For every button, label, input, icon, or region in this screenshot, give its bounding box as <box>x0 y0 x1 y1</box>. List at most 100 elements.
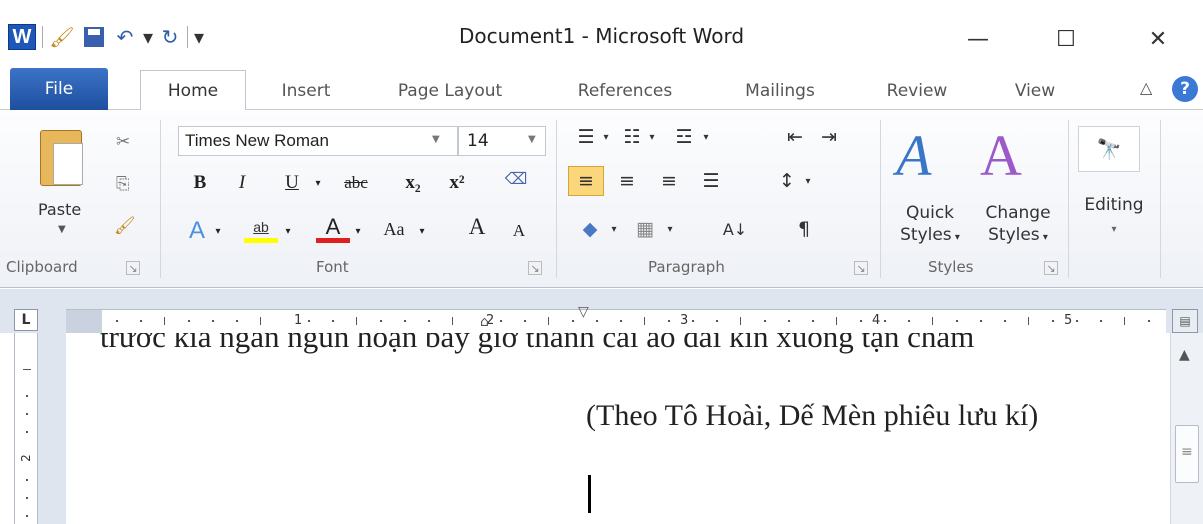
align-left-button[interactable]: ≡ <box>568 166 604 196</box>
document-citation: (Theo Tô Hoài, Dế Mèn phiêu lưu kí) <box>586 399 1039 432</box>
font-size-dropdown-icon[interactable]: ▼ <box>528 134 536 145</box>
change-case-button[interactable]: Aa <box>374 214 414 244</box>
grow-font-button[interactable]: A <box>462 212 492 242</box>
tab-references[interactable]: References <box>560 72 690 110</box>
change-styles-label-1: Change <box>985 203 1051 223</box>
vertical-ruler[interactable]: 2 <box>14 333 38 524</box>
tab-selector-button[interactable]: L <box>14 309 38 331</box>
paste-button-label[interactable]: Paste <box>38 200 81 219</box>
tab-view[interactable]: View <box>1000 72 1070 110</box>
copy-icon[interactable]: ⎘ <box>116 174 130 194</box>
tab-insert[interactable]: Insert <box>266 72 346 110</box>
superscript-button[interactable]: x² <box>440 168 474 198</box>
styles-launcher-icon[interactable]: ↘ <box>1044 261 1058 275</box>
ruler-dot <box>764 320 766 322</box>
change-styles-button[interactable]: Change Styles ▾ <box>974 202 1062 249</box>
ribbon: Paste ▼ ✂ ⎘ 🖌 Clipboard ↘ Times New Roma… <box>0 110 1203 288</box>
ruler-dot <box>1100 320 1102 322</box>
borders-icon[interactable]: ▦ <box>630 214 660 244</box>
line-spacing-icon[interactable]: ↕ <box>772 166 802 196</box>
undo-icon[interactable]: ↶ <box>113 24 137 50</box>
decrease-indent-icon[interactable]: ⇤ <box>780 122 810 152</box>
view-ruler-icon[interactable]: ▤ <box>1172 309 1198 333</box>
maximize-button[interactable]: ☐ <box>1046 22 1086 56</box>
document-page[interactable]: trước kia ngắn ngủn hoạn bay giờ thanh c… <box>66 333 1170 524</box>
tab-file[interactable]: File <box>10 68 108 110</box>
multilevel-dropdown-icon[interactable]: ▾ <box>700 122 712 152</box>
paste-dropdown-icon[interactable]: ▼ <box>58 224 66 235</box>
tab-mailings[interactable]: Mailings <box>726 72 834 110</box>
font-name-dropdown-icon[interactable]: ▼ <box>432 134 440 145</box>
horizontal-ruler[interactable]: 1 2 3 4 5 ⌂ ▽ <box>66 304 1166 334</box>
strikethrough-button[interactable]: abc <box>332 168 380 198</box>
change-case-dropdown-icon[interactable]: ▾ <box>416 216 428 246</box>
ruler-dot <box>1148 320 1150 322</box>
italic-button[interactable]: I <box>228 168 256 198</box>
paste-icon[interactable] <box>40 130 83 186</box>
paragraph-launcher-icon[interactable]: ↘ <box>854 261 868 275</box>
subscript-button[interactable]: x₂ <box>396 168 430 198</box>
first-line-indent-marker[interactable]: ▽ <box>578 304 589 320</box>
scroll-up-icon[interactable]: ▲ <box>1179 347 1190 363</box>
show-marks-button[interactable]: ¶ <box>790 214 818 244</box>
undo-dropdown-icon[interactable]: ▾ <box>143 24 153 50</box>
numbering-dropdown-icon[interactable]: ▾ <box>646 122 658 152</box>
highlight-dropdown-icon[interactable]: ▾ <box>282 216 294 246</box>
hanging-indent-marker[interactable]: ⌂ <box>480 314 489 330</box>
font-launcher-icon[interactable]: ↘ <box>528 261 542 275</box>
quick-styles-icon[interactable]: A <box>896 122 931 189</box>
editing-button[interactable]: Editing ▾ <box>1074 194 1154 241</box>
ruler-dot <box>884 320 886 322</box>
bullets-dropdown-icon[interactable]: ▾ <box>600 122 612 152</box>
shrink-font-button[interactable]: A <box>506 216 532 246</box>
quick-styles-button[interactable]: Quick Styles ▾ <box>890 202 970 249</box>
close-button[interactable]: ✕ <box>1138 22 1178 56</box>
ribbon-tabs: File Home Insert Page Layout References … <box>0 62 1203 111</box>
sort-icon[interactable]: A↓ <box>718 214 752 244</box>
change-styles-icon[interactable]: A <box>980 122 1022 189</box>
borders-dropdown-icon[interactable]: ▾ <box>664 214 676 244</box>
shading-dropdown-icon[interactable]: ▾ <box>608 214 620 244</box>
increase-indent-icon[interactable]: ⇥ <box>814 122 844 152</box>
multilevel-list-icon[interactable]: ☲ <box>670 122 698 152</box>
tab-review[interactable]: Review <box>872 72 962 110</box>
font-name-select[interactable]: Times New Roman <box>178 126 458 156</box>
font-color-dropdown-icon[interactable]: ▾ <box>352 216 364 246</box>
vertical-scrollbar[interactable]: ▲ <box>1170 333 1203 524</box>
ruler-left-margin <box>66 310 102 334</box>
tab-page-layout[interactable]: Page Layout <box>380 72 520 110</box>
align-center-button[interactable]: ≡ <box>610 166 644 196</box>
find-binoculars-icon[interactable]: 🔭 <box>1078 126 1140 172</box>
minimize-ribbon-icon[interactable]: △ <box>1140 78 1152 97</box>
underline-button[interactable]: U <box>278 168 306 198</box>
bullets-icon[interactable]: ☰ <box>572 122 600 152</box>
ruler-dot <box>860 320 862 322</box>
text-effects-dropdown-icon[interactable]: ▾ <box>212 216 224 246</box>
tab-home[interactable]: Home <box>140 70 246 111</box>
shading-icon[interactable]: ◆ <box>574 214 606 244</box>
vruler-tick <box>23 369 31 370</box>
redo-icon[interactable]: ↻ <box>159 24 181 50</box>
word-app-icon[interactable]: W <box>8 24 36 50</box>
clipboard-launcher-icon[interactable]: ↘ <box>126 261 140 275</box>
clear-formatting-icon[interactable]: ⌫ <box>496 164 536 194</box>
text-cursor <box>588 475 591 513</box>
save-icon[interactable] <box>81 24 107 50</box>
format-painter-icon[interactable]: 🖌 <box>114 216 136 236</box>
numbering-icon[interactable]: ☷ <box>618 122 646 152</box>
help-icon[interactable]: ? <box>1172 76 1198 102</box>
bold-button[interactable]: B <box>186 168 214 198</box>
line-spacing-dropdown-icon[interactable]: ▾ <box>802 166 814 196</box>
ruler-dot <box>1052 320 1054 322</box>
text-effects-icon[interactable]: A <box>184 216 210 246</box>
align-right-button[interactable]: ≡ <box>652 166 686 196</box>
scroll-thumb[interactable] <box>1175 425 1199 483</box>
format-painter-icon[interactable]: 🖌 <box>49 24 75 50</box>
customize-qat-icon[interactable]: ▾ <box>194 24 204 50</box>
cut-icon[interactable]: ✂ <box>116 132 130 152</box>
ruler-dot <box>1004 320 1006 322</box>
underline-dropdown-icon[interactable]: ▾ <box>310 168 326 198</box>
ruler-dot <box>380 320 382 322</box>
justify-button[interactable]: ☰ <box>694 166 728 196</box>
minimize-button[interactable]: — <box>958 22 998 56</box>
